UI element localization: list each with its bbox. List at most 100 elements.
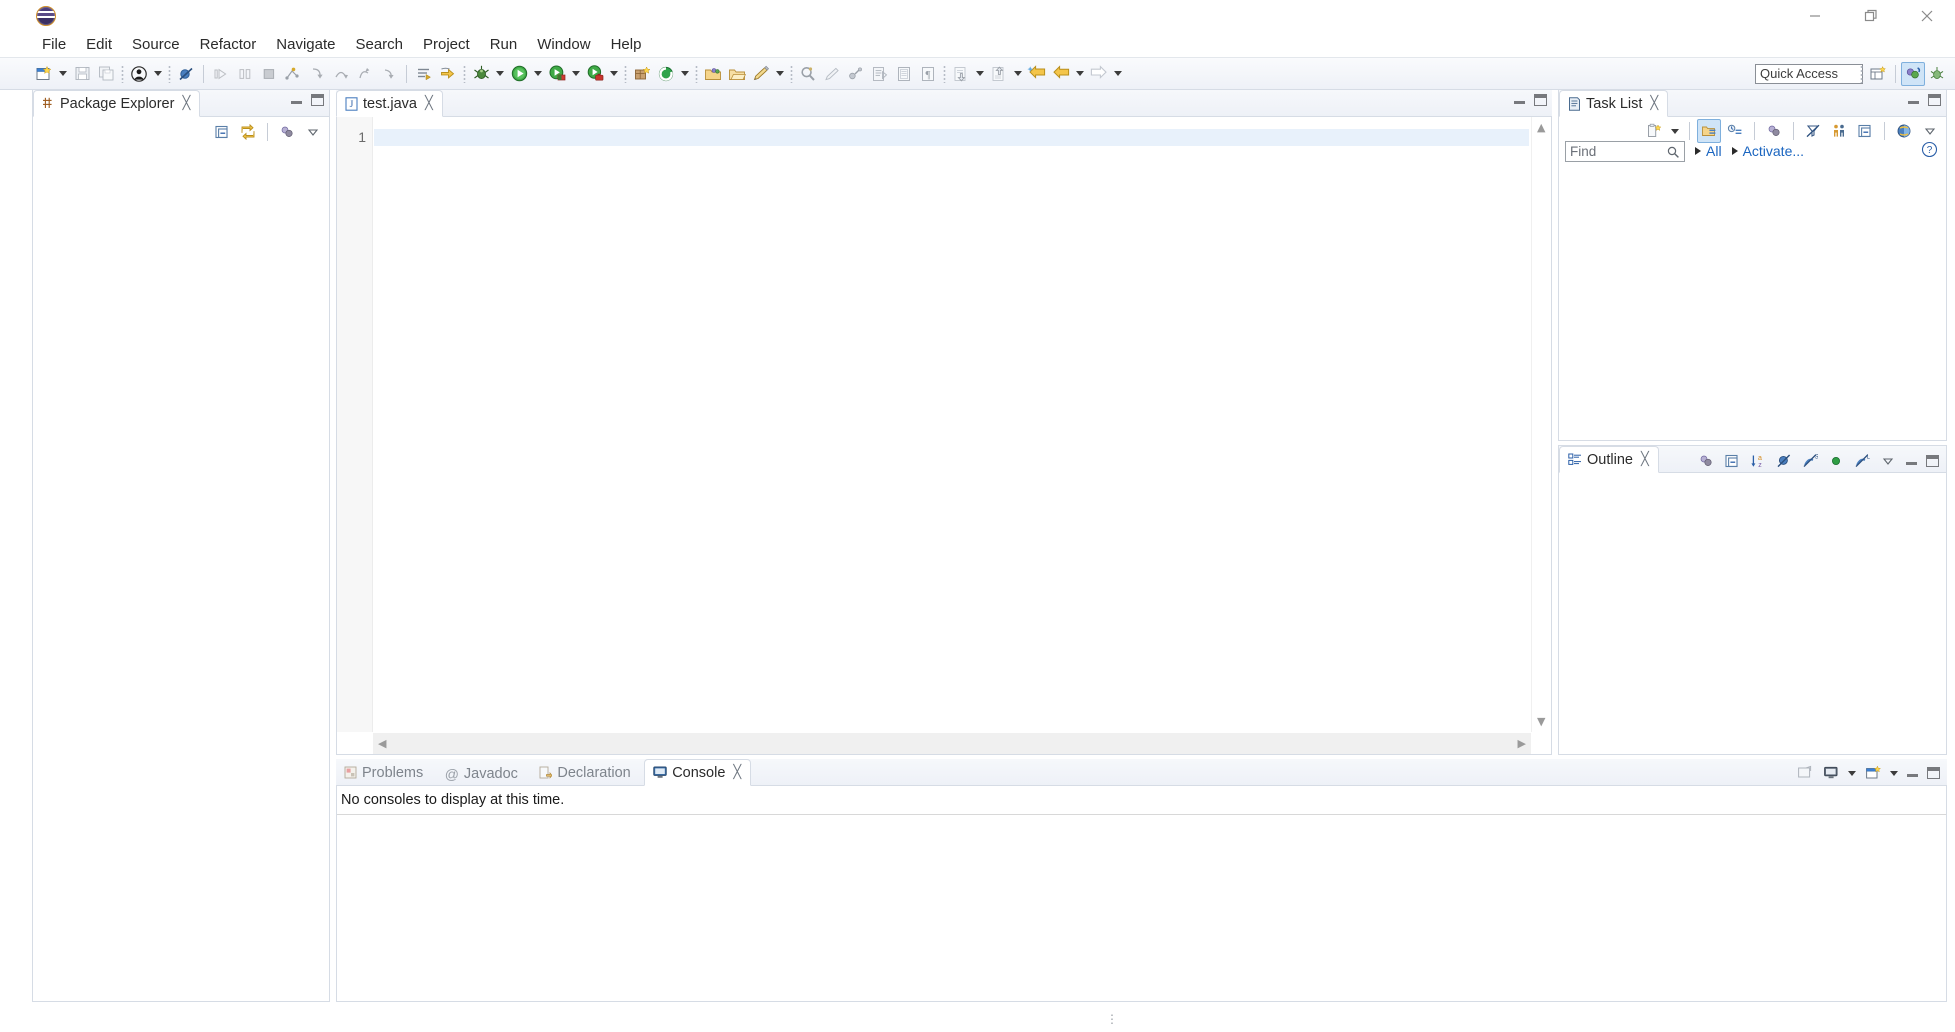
close-icon[interactable]: ╳ <box>425 96 433 111</box>
resume-button[interactable] <box>209 62 233 86</box>
step-return-button[interactable] <box>353 62 377 86</box>
tab-declaration[interactable]: Declaration <box>531 759 639 786</box>
menu-navigate[interactable]: Navigate <box>266 34 345 56</box>
tab-console[interactable]: Console ╳ <box>644 759 752 786</box>
collapse-all-button[interactable] <box>210 120 234 144</box>
display-selected-console-button[interactable] <box>1819 761 1843 785</box>
forward-dropdown[interactable] <box>1111 62 1125 86</box>
save-all-button[interactable] <box>94 62 118 86</box>
tab-outline[interactable]: Outline ╳ <box>1559 446 1659 473</box>
tab-javadoc[interactable]: @ Javadoc <box>437 761 527 788</box>
skip-breakpoints-button[interactable] <box>174 62 198 86</box>
menu-search[interactable]: Search <box>345 34 413 56</box>
display-console-dropdown[interactable] <box>1845 761 1859 785</box>
save-button[interactable] <box>70 62 94 86</box>
search-button[interactable] <box>796 62 820 86</box>
editor-surface[interactable]: 1 ▲ ▼ ◀ ▶ <box>336 117 1552 755</box>
new-java-class-dropdown[interactable] <box>678 62 692 86</box>
external-tools-dropdown[interactable] <box>607 62 621 86</box>
minimize-button[interactable] <box>1787 0 1843 32</box>
menu-project[interactable]: Project <box>413 34 480 56</box>
external-tools-button[interactable] <box>583 62 607 86</box>
menu-edit[interactable]: Edit <box>76 34 122 56</box>
toggle-mark-occurrences-button[interactable] <box>412 62 436 86</box>
hide-fields-button[interactable] <box>1772 449 1796 473</box>
pilcrow-button[interactable]: ¶ <box>916 62 940 86</box>
edit-doc-button[interactable] <box>868 62 892 86</box>
maximize-view-button[interactable] <box>1923 767 1943 779</box>
menu-run[interactable]: Run <box>480 34 528 56</box>
new-task-dropdown[interactable] <box>773 62 787 86</box>
new-console-dropdown[interactable] <box>1887 761 1901 785</box>
close-icon[interactable]: ╳ <box>1641 452 1649 467</box>
outline-content[interactable] <box>1559 475 1946 754</box>
close-button[interactable] <box>1899 0 1955 32</box>
package-explorer-tree[interactable] <box>33 147 329 1001</box>
close-icon[interactable]: ╳ <box>733 765 741 780</box>
forward-button[interactable] <box>1087 62 1111 86</box>
back-dropdown[interactable] <box>1073 62 1087 86</box>
view-menu-chevron-icon[interactable] <box>1876 449 1900 473</box>
step-over-button[interactable] <box>329 62 353 86</box>
open-perspective-button[interactable] <box>1866 62 1890 86</box>
next-edit-dropdown[interactable] <box>1011 62 1025 86</box>
help-question-icon[interactable]: ? <box>1921 141 1938 158</box>
perspective-debug-button[interactable] <box>1925 62 1949 86</box>
hide-static-button[interactable]: S <box>1798 449 1822 473</box>
task-list-content[interactable] <box>1559 168 1946 440</box>
maximize-view-button[interactable] <box>1922 455 1942 467</box>
menu-window[interactable]: Window <box>527 34 600 56</box>
minimize-view-button[interactable] <box>1908 96 1919 104</box>
debug-dropdown[interactable] <box>493 62 507 86</box>
new-task-pencil-button[interactable] <box>749 62 773 86</box>
new-wizard-dropdown[interactable] <box>56 62 70 86</box>
run-button[interactable] <box>507 62 531 86</box>
new-wizard-button[interactable] <box>32 62 56 86</box>
previous-edit-dropdown[interactable] <box>973 62 987 86</box>
next-annotation-button[interactable] <box>436 62 460 86</box>
last-edit-location-button[interactable] <box>1025 62 1049 86</box>
tab-package-explorer[interactable]: Package Explorer ╳ <box>33 90 201 117</box>
menu-file[interactable]: File <box>32 34 76 56</box>
open-type-dropdown[interactable] <box>151 62 165 86</box>
editor-vertical-scrollbar[interactable]: ▲ ▼ <box>1531 117 1551 732</box>
focus-task-button[interactable] <box>1694 449 1718 473</box>
close-icon[interactable]: ╳ <box>1650 96 1658 111</box>
back-button[interactable] <box>1049 62 1073 86</box>
minimize-view-button[interactable] <box>1902 457 1920 465</box>
new-java-package-button[interactable] <box>630 62 654 86</box>
coverage-button[interactable] <box>545 62 569 86</box>
maximize-view-button[interactable] <box>1928 94 1941 106</box>
view-menu-chevron-icon[interactable] <box>301 120 325 144</box>
resize-grip-icon[interactable]: ⋮ <box>1106 1012 1119 1026</box>
console-body[interactable]: No consoles to display at this time. <box>336 786 1947 1002</box>
minimize-editor-button[interactable] <box>1514 96 1525 104</box>
hide-nonpublic-button[interactable] <box>1824 449 1848 473</box>
drop-to-frame-button[interactable] <box>377 62 401 86</box>
suspend-button[interactable] <box>233 62 257 86</box>
filters-button[interactable] <box>275 120 299 144</box>
link-with-editor-button[interactable] <box>236 120 260 144</box>
step-into-button[interactable] <box>305 62 329 86</box>
new-console-view-button[interactable] <box>1861 761 1885 785</box>
previous-edit-button[interactable] <box>949 62 973 86</box>
highlight-button[interactable] <box>820 62 844 86</box>
all-filter-link[interactable]: All <box>1695 143 1722 159</box>
restore-button[interactable] <box>1843 0 1899 32</box>
open-type-button[interactable] <box>127 62 151 86</box>
minimize-view-button[interactable] <box>1903 769 1921 777</box>
activate-link[interactable]: Activate... <box>1731 143 1804 159</box>
link-button[interactable] <box>844 62 868 86</box>
perspective-java-button[interactable] <box>1901 62 1925 86</box>
menu-refactor[interactable]: Refactor <box>190 34 267 56</box>
open-console-button[interactable] <box>1793 761 1817 785</box>
menu-help[interactable]: Help <box>601 34 652 56</box>
tab-problems[interactable]: Problems <box>336 759 432 786</box>
run-dropdown[interactable] <box>531 62 545 86</box>
maximize-editor-button[interactable] <box>1534 94 1547 106</box>
document-button[interactable] <box>892 62 916 86</box>
tab-test-java[interactable]: J test.java ╳ <box>336 90 443 117</box>
editor-horizontal-scrollbar[interactable]: ◀ ▶ <box>373 733 1531 754</box>
maximize-view-button[interactable] <box>311 94 324 106</box>
sort-az-button[interactable]: a z <box>1746 449 1770 473</box>
